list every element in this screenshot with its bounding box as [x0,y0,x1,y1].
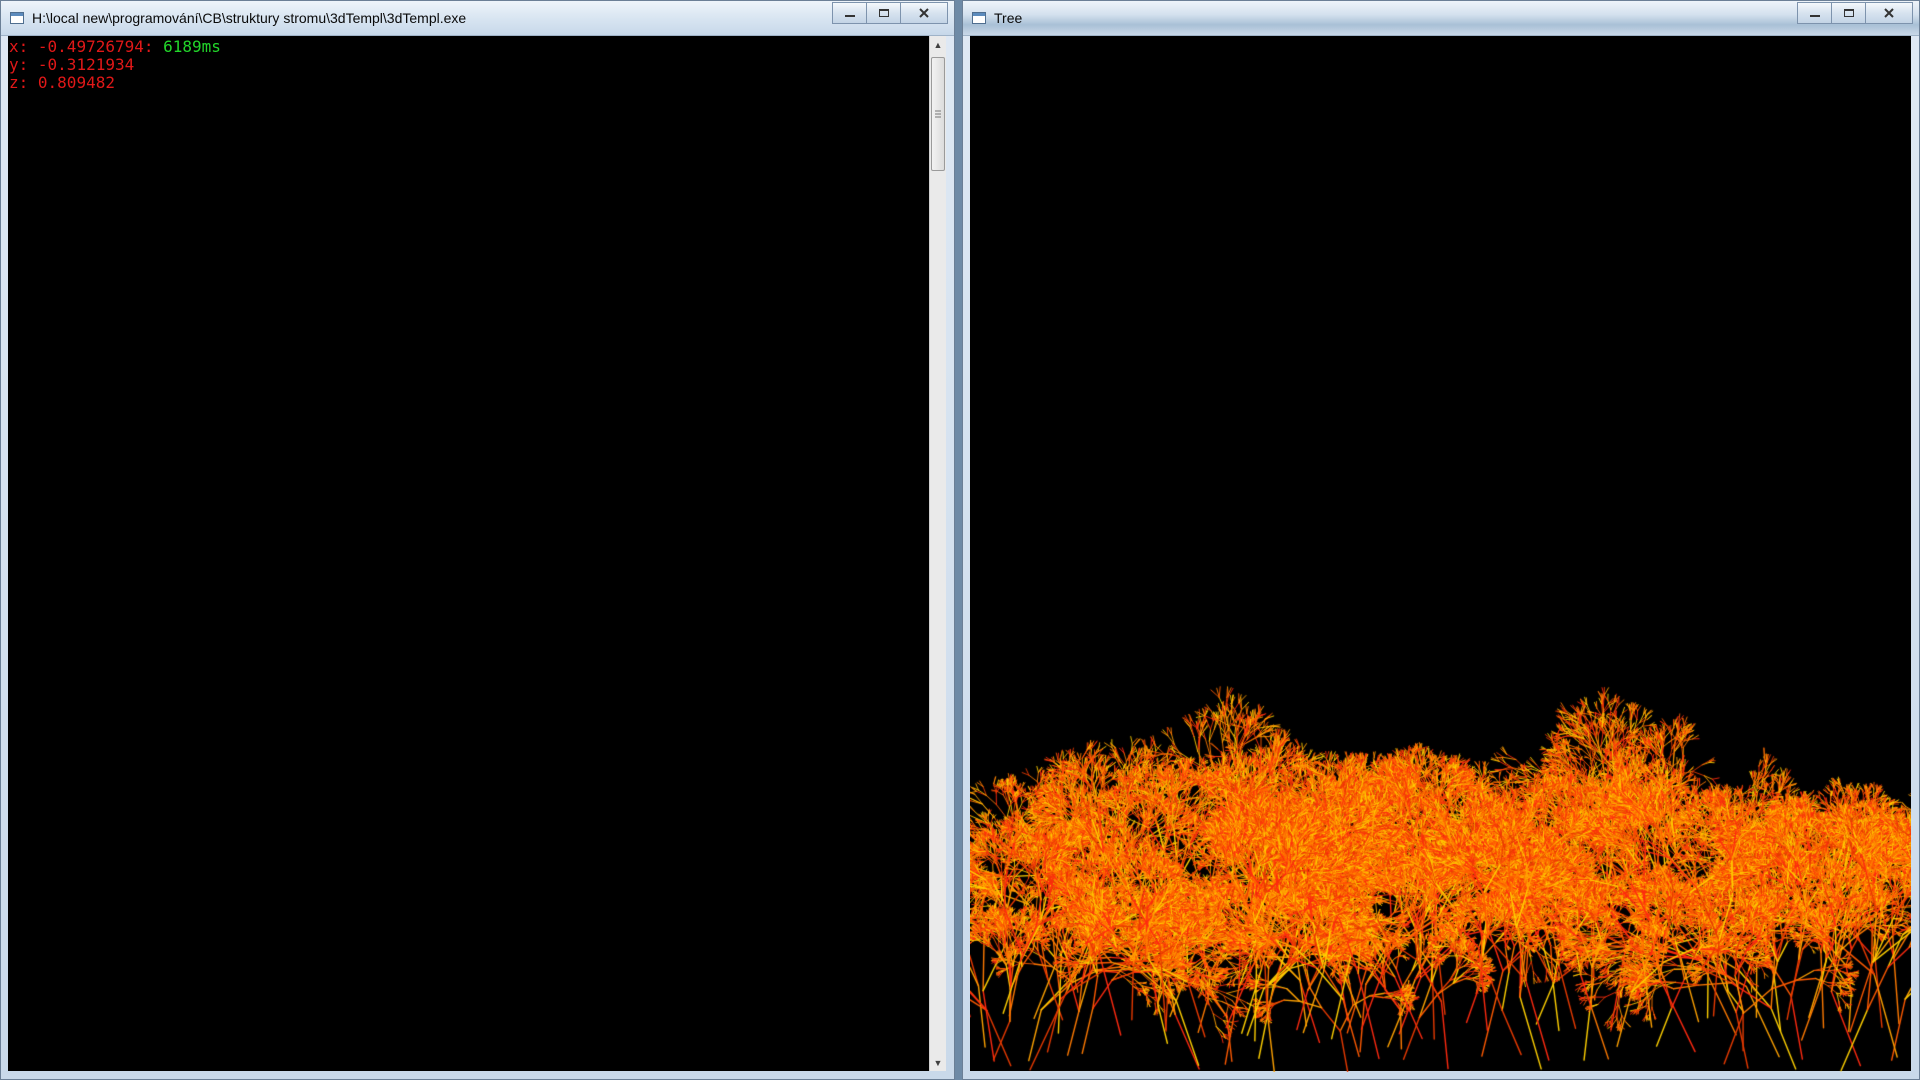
app-window-icon[interactable] [972,12,986,24]
x-label: x: [9,37,38,56]
z-coordinate-line: z: 0.809482 [9,73,115,92]
tree-minimize-button[interactable] [1797,2,1831,24]
tree-render-area[interactable] [970,36,1911,1072]
tree-titlebar[interactable]: Tree [963,1,1919,36]
scroll-down-arrow-icon[interactable]: ▼ [930,1054,946,1071]
scroll-up-arrow-icon[interactable]: ▲ [930,36,946,53]
y-value: -0.3121934 [37,55,135,74]
console-vertical-scrollbar[interactable]: ▲ ▼ [929,36,946,1071]
tree-window: Tree [962,0,1920,1080]
maximize-icon [1843,9,1854,17]
z-label: z: [9,73,38,92]
y-label: y: [9,55,38,74]
console-output-area[interactable]: x: -0.49726794: 6189ms y: -0.3121934 z: … [8,36,929,1071]
z-value: 0.809482 [37,73,115,92]
console-output: x: -0.49726794: 6189ms y: -0.3121934 z: … [9,38,221,92]
scrollbar-thumb[interactable] [931,57,945,171]
render-time: 6189ms [163,37,221,56]
tree-window-title: Tree [994,10,1023,26]
thumb-grip-icon [935,110,941,118]
x-value: -0.49726794 [37,37,144,56]
console-close-button[interactable] [900,2,948,24]
tree-caption-buttons [1797,2,1913,24]
timing-separator: : [143,37,164,56]
maximize-icon [878,9,889,17]
x-coordinate-line: x: -0.49726794: 6189ms [9,37,221,56]
fractal-tree-render [970,36,1911,1072]
console-app-icon[interactable] [10,12,24,24]
console-window-title: H:\local new\programování\CB\struktury s… [32,10,467,26]
console-titlebar[interactable]: H:\local new\programování\CB\struktury s… [1,1,954,36]
close-icon [1884,8,1894,18]
tree-close-button[interactable] [1865,2,1913,24]
console-maximize-button[interactable] [866,2,900,24]
tree-maximize-button[interactable] [1831,2,1865,24]
y-coordinate-line: y: -0.3121934 [9,55,134,74]
console-minimize-button[interactable] [832,2,866,24]
minimize-icon [844,15,855,17]
console-window: H:\local new\programování\CB\struktury s… [0,0,955,1080]
console-caption-buttons [832,2,948,24]
minimize-icon [1809,15,1820,17]
close-icon [919,8,929,18]
